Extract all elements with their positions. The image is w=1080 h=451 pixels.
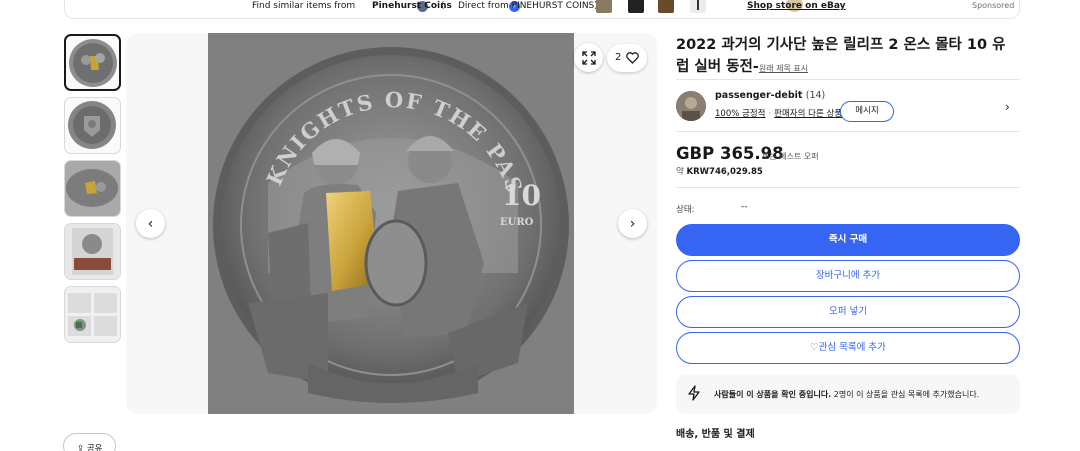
seller-feedback-count: (14) xyxy=(805,90,826,101)
share-icon: ⇪ xyxy=(77,444,85,451)
thumbnail-4[interactable] xyxy=(64,223,121,280)
shop-store-link[interactable]: Shop store on eBay xyxy=(747,1,846,11)
divider xyxy=(676,131,1020,132)
listing-title-text: 2022 과거의 기사단 높은 릴리프 2 온스 몰타 10 유럽 실버 동전- xyxy=(676,37,1006,75)
add-to-cart-button[interactable]: 장바구니에 추가 xyxy=(676,260,1020,292)
find-similar-text: Find similar items from xyxy=(252,1,356,11)
banner-product-thumb-4[interactable] xyxy=(690,0,706,13)
watch-count-button[interactable]: 2 xyxy=(607,44,647,72)
activity-notice-bold: 사람들이 이 상품을 확인 중입니다. xyxy=(714,390,832,399)
expand-image-button[interactable] xyxy=(574,43,603,72)
banner-product-thumb-1[interactable] xyxy=(596,0,612,13)
condition-label: 상태: xyxy=(676,205,695,215)
expand-icon xyxy=(581,50,596,65)
price-krw: 약 KRW746,029.85 xyxy=(676,165,763,177)
banner-product-thumb-2[interactable] xyxy=(628,0,644,13)
approx-prefix: 약 xyxy=(676,167,684,177)
seller-positive-link[interactable]: 100% 긍정적 xyxy=(715,109,765,119)
show-original-title-link[interactable]: 원래 제목 표시 xyxy=(759,64,808,73)
divider xyxy=(676,187,1020,188)
next-image-button[interactable]: › xyxy=(618,209,647,238)
paren-open: ( xyxy=(441,1,445,11)
sponsored-banner[interactable]: Find similar items from Pinehurst Coins … xyxy=(64,0,1020,19)
store-name-link[interactable]: Pinehurst Coins xyxy=(372,1,452,11)
seller-details-chevron-icon[interactable]: › xyxy=(1005,100,1010,114)
make-offer-button[interactable]: 오퍼 넣기 xyxy=(676,296,1020,328)
price-krw-value: KRW746,029.85 xyxy=(686,167,763,177)
best-offer-text: 또는 베스트 오퍼 xyxy=(762,152,819,161)
condition-value: -- xyxy=(741,202,748,212)
main-product-image[interactable]: KNIGHTS OF THE PAST 10 EURO ‹ › xyxy=(126,33,657,414)
prev-image-button[interactable]: ‹ xyxy=(136,209,165,238)
direct-from-text: Direct from PINEHURST COINS) xyxy=(458,1,598,11)
activity-notice: 사람들이 이 상품을 확인 중입니다. 2명이 이 상품을 관심 목록에 추가했… xyxy=(676,375,1020,414)
heart-icon xyxy=(626,52,639,64)
add-watchlist-label: 관심 목록에 추가 xyxy=(818,342,886,353)
message-seller-button[interactable]: 메시지 xyxy=(840,101,894,122)
activity-notice-rest: 2명이 이 상품을 관심 목록에 추가했습니다. xyxy=(831,390,980,399)
svg-text:10: 10 xyxy=(502,179,541,212)
shipping-section-title: 배송, 반품 및 결제 xyxy=(676,429,755,440)
seller-username[interactable]: passenger-debit xyxy=(715,90,802,101)
thumbnail-2[interactable] xyxy=(64,97,121,154)
lightning-icon xyxy=(688,385,700,405)
seller-name[interactable]: passenger-debit (14) xyxy=(715,90,825,101)
sponsored-label: Sponsored xyxy=(972,1,1015,10)
banner-product-thumb-3[interactable] xyxy=(658,0,674,13)
seller-meta: 100% 긍정적·판매자의 다른 상품· xyxy=(715,109,848,119)
thumbnail-1[interactable] xyxy=(64,34,121,91)
chevron-right-icon: › xyxy=(629,215,636,232)
activity-notice-text: 사람들이 이 상품을 확인 중입니다. 2명이 이 상품을 관심 목록에 추가했… xyxy=(714,389,979,400)
chevron-left-icon: ‹ xyxy=(147,215,154,232)
seller-other-items-link[interactable]: 판매자의 다른 상품 xyxy=(774,109,842,119)
thumbnail-5[interactable] xyxy=(64,286,121,343)
divider xyxy=(676,79,1020,80)
svg-text:EURO: EURO xyxy=(500,217,534,228)
seller-avatar[interactable] xyxy=(676,91,706,121)
share-label: 공유 xyxy=(86,444,103,451)
buy-now-button[interactable]: 즉시 구매 xyxy=(676,224,1020,256)
listing-title: 2022 과거의 기사단 높은 릴리프 2 온스 몰타 10 유럽 실버 동전-… xyxy=(676,34,1016,80)
watch-count: 2 xyxy=(615,52,622,63)
share-button[interactable]: ⇪ 공유 xyxy=(63,433,116,451)
heart-icon: ♡ xyxy=(810,342,819,353)
add-watchlist-button[interactable]: ♡관심 목록에 추가 xyxy=(676,332,1020,364)
coin-photo: KNIGHTS OF THE PAST 10 EURO xyxy=(199,33,574,414)
thumbnail-3[interactable] xyxy=(64,160,121,217)
